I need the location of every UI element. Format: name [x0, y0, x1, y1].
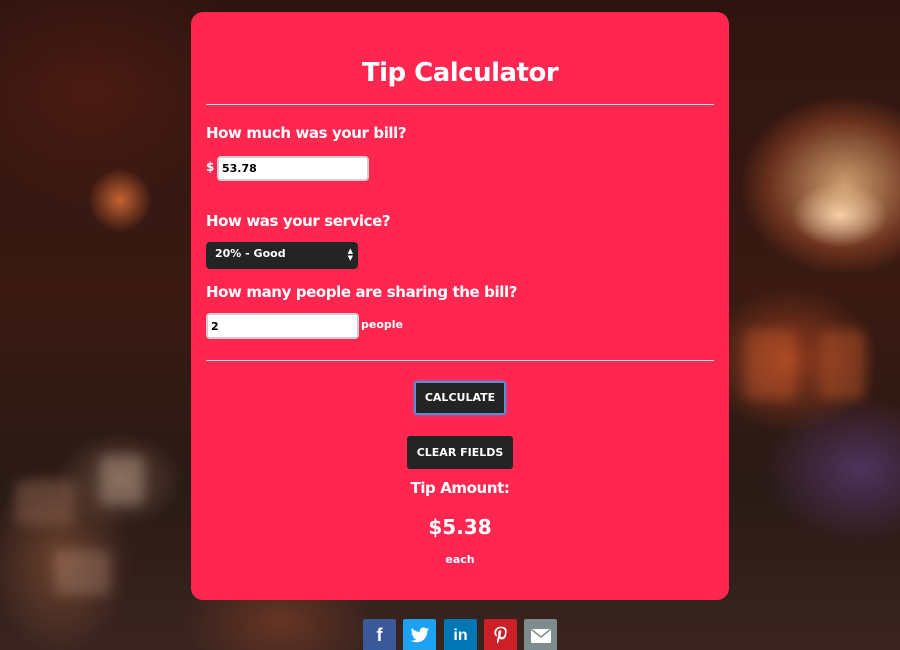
background-frame [55, 550, 110, 595]
tip-amount-label: Tip Amount: [410, 479, 510, 497]
service-select[interactable]: 20% - Good ▲ ▼ [206, 242, 358, 269]
background-frame [820, 330, 865, 400]
people-suffix: people [361, 318, 403, 331]
calculate-button[interactable]: CALCULATE [414, 381, 506, 415]
pinterest-icon [493, 626, 507, 644]
tip-amount-value: $5.38 [428, 515, 492, 539]
background-frame [745, 330, 795, 400]
facebook-icon: f [376, 625, 383, 645]
service-question: How was your service? [206, 212, 391, 230]
divider [206, 360, 714, 361]
people-question: How many people are sharing the bill? [206, 283, 517, 301]
divider [206, 104, 714, 105]
tip-calculator-card: Tip Calculator How much was your bill? $… [191, 12, 729, 600]
background-frame [15, 480, 75, 525]
background-frame [100, 455, 144, 505]
clear-fields-button[interactable]: CLEAR FIELDS [407, 436, 513, 469]
email-share-button[interactable] [524, 619, 557, 650]
currency-symbol: $ [206, 160, 215, 174]
service-selected-value: 20% - Good [215, 247, 286, 260]
linkedin-share-button[interactable]: in [444, 619, 477, 650]
twitter-icon [410, 627, 429, 643]
share-bar: f in [363, 619, 563, 650]
page-title: Tip Calculator [361, 58, 559, 88]
twitter-share-button[interactable] [403, 619, 436, 650]
people-count-input[interactable] [206, 313, 359, 339]
pinterest-share-button[interactable] [484, 619, 517, 650]
bill-question: How much was your bill? [206, 124, 407, 142]
envelope-icon [530, 628, 551, 643]
bill-amount-input[interactable] [217, 156, 369, 181]
select-arrows-icon: ▲ ▼ [347, 247, 353, 262]
facebook-share-button[interactable]: f [363, 619, 396, 650]
linkedin-icon: in [453, 627, 468, 644]
each-label: each [445, 553, 475, 566]
